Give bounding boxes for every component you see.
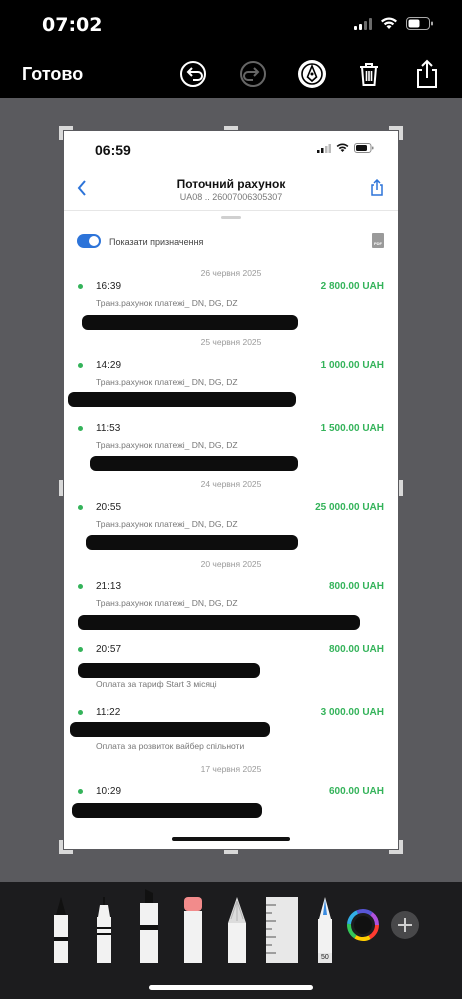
markup-toolbar: Готово xyxy=(0,50,462,98)
lasso-tool[interactable] xyxy=(225,897,249,963)
date-label: 24 червня 2025 xyxy=(200,479,262,489)
redaction-mark xyxy=(82,315,298,330)
date-label: 26 червня 2025 xyxy=(200,268,262,278)
redo-icon xyxy=(240,61,266,87)
pen-tool[interactable] xyxy=(50,897,72,963)
status-dot xyxy=(78,647,83,652)
status-dot xyxy=(78,505,83,510)
undo-button[interactable] xyxy=(177,58,209,90)
date-label: 25 червня 2025 xyxy=(200,337,262,347)
transaction-amount: 800.00 UAH xyxy=(328,581,384,592)
status-time: 07:02 xyxy=(42,14,103,36)
add-tool-button[interactable] xyxy=(390,910,420,940)
ruler-tool[interactable] xyxy=(266,897,298,963)
share-button[interactable] xyxy=(411,58,443,90)
undo-icon xyxy=(180,61,206,87)
screenshot-document: 06:59 Поточний рахунок UA08 .. 260070063… xyxy=(64,131,398,849)
crop-handle-top[interactable] xyxy=(224,126,238,130)
transaction-time: 11:22 xyxy=(96,707,121,718)
pen-width-label: 50 xyxy=(321,954,329,961)
status-dot xyxy=(78,284,83,289)
trash-icon xyxy=(360,63,378,86)
doc-battery-icon xyxy=(354,143,374,153)
redaction-mark xyxy=(72,803,262,818)
marker-tool[interactable] xyxy=(137,889,161,963)
date-label: 20 червня 2025 xyxy=(200,559,262,569)
home-indicator xyxy=(149,985,313,990)
crop-handle-right[interactable] xyxy=(399,480,403,496)
status-dot xyxy=(78,789,83,794)
doc-header: Поточний рахунок UA08 .. 26007006305307 xyxy=(64,171,398,211)
doc-wifi-icon xyxy=(336,143,349,152)
redaction-mark xyxy=(68,392,296,407)
transaction-description: Транз.рахунок платежі_ DN, DG, DZ xyxy=(96,298,238,308)
pen-tip-icon xyxy=(298,60,326,88)
done-button[interactable]: Готово xyxy=(22,64,83,85)
transaction-description: Транз.рахунок платежі_ DN, DG, DZ xyxy=(96,440,238,450)
transaction-time: 20:57 xyxy=(96,644,122,655)
doc-status-time: 06:59 xyxy=(95,142,131,158)
transaction-amount: 2 800.00 UAH xyxy=(320,281,384,292)
transaction-amount: 1 000.00 UAH xyxy=(320,360,384,371)
status-dot xyxy=(78,426,83,431)
crop-handle-left[interactable] xyxy=(59,480,63,496)
doc-share-icon[interactable] xyxy=(370,179,384,197)
battery-icon xyxy=(406,17,433,30)
redaction-mark xyxy=(78,615,360,630)
status-dot xyxy=(78,710,83,715)
redaction-mark xyxy=(86,535,298,550)
account-number: UA08 .. 26007006305307 xyxy=(179,192,283,202)
transaction-amount: 800.00 UAH xyxy=(328,644,384,655)
transaction-amount: 25 000.00 UAH xyxy=(315,502,384,513)
transaction-time: 11:53 xyxy=(96,423,121,434)
tool-tray: 50 xyxy=(0,882,462,999)
transaction-description: Транз.рахунок платежі_ DN, DG, DZ xyxy=(96,598,238,608)
date-label: 17 червня 2025 xyxy=(200,764,262,774)
color-picker[interactable] xyxy=(347,909,379,941)
transaction-description: Транз.рахунок платежі_ DN, DG, DZ xyxy=(96,377,238,387)
account-title: Поточний рахунок xyxy=(176,177,286,191)
transaction-description: Транз.рахунок платежі_ DN, DG, DZ xyxy=(96,519,238,529)
transaction-amount: 600.00 UAH xyxy=(328,786,384,797)
transaction-amount: 3 000.00 UAH xyxy=(320,707,384,718)
eraser-tool[interactable] xyxy=(181,897,205,963)
transaction-amount: 1 500.00 UAH xyxy=(320,423,384,434)
transaction-time: 16:39 xyxy=(96,281,122,292)
transaction-time: 21:13 xyxy=(96,581,122,592)
redaction-mark xyxy=(90,456,298,471)
transaction-time: 10:29 xyxy=(96,786,122,797)
show-purpose-toggle[interactable] xyxy=(77,234,101,248)
sheet-grabber[interactable] xyxy=(221,216,241,219)
doc-signal-icon xyxy=(317,143,331,153)
monoline-tool[interactable] xyxy=(93,897,115,963)
pdf-icon[interactable]: PDF xyxy=(372,233,384,248)
share-icon xyxy=(417,59,437,88)
signal-icon xyxy=(354,17,372,30)
doc-home-indicator xyxy=(172,837,290,841)
status-icons xyxy=(354,17,434,30)
redo-button[interactable] xyxy=(237,58,269,90)
redaction-mark xyxy=(70,722,270,737)
status-bar: 07:02 xyxy=(0,0,462,50)
transaction-time: 14:29 xyxy=(96,360,122,371)
markup-button[interactable] xyxy=(296,58,328,90)
redaction-mark xyxy=(78,663,260,678)
transaction-description: Оплата за розвиток вайбер спільноти xyxy=(96,741,245,751)
crop-handle-bottom[interactable] xyxy=(224,850,238,854)
status-dot xyxy=(78,584,83,589)
transaction-time: 20:55 xyxy=(96,502,122,513)
delete-button[interactable] xyxy=(353,58,385,90)
transaction-description: Оплата за тариф Start 3 місяці xyxy=(96,679,217,689)
wifi-icon xyxy=(381,17,397,29)
doc-status-icons xyxy=(317,143,374,153)
show-purpose-label: Показати призначення xyxy=(109,237,204,247)
status-dot xyxy=(78,363,83,368)
